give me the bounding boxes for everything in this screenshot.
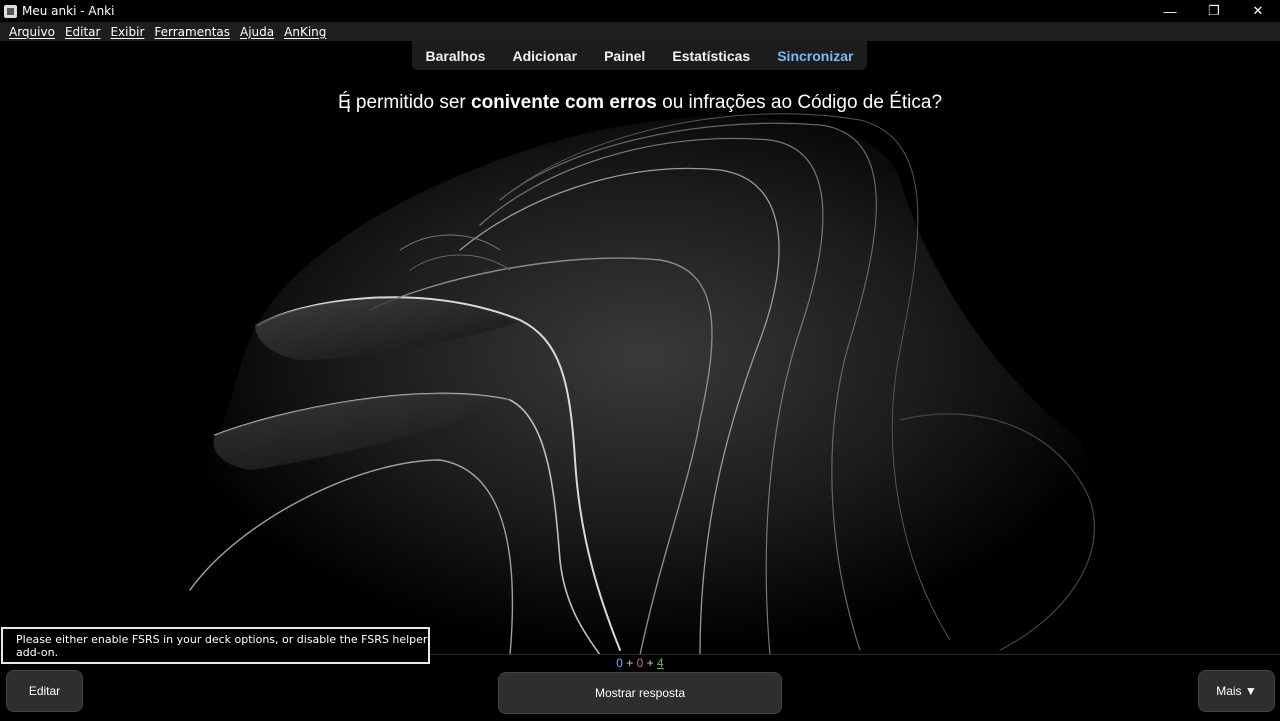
notice-text: Please either enable FSRS in your deck o…	[16, 632, 428, 659]
new-count: 0	[616, 656, 623, 670]
menu-exibir[interactable]: Exibir	[106, 25, 148, 39]
question-text-post: ou infrações ao Código de Ética?	[656, 92, 943, 113]
count-separator: +	[643, 656, 658, 670]
show-answer-button[interactable]: Mostrar resposta	[498, 672, 782, 714]
card-question: É permitido ser conivente com erros ou i…	[0, 92, 1280, 114]
toolbar-browse[interactable]: Painel	[598, 48, 651, 64]
window-controls: — ❐ ✕	[1148, 0, 1280, 22]
count-separator: +	[622, 656, 637, 670]
question-text-pre: É permitido ser	[337, 92, 471, 113]
restore-button[interactable]: ❐	[1192, 0, 1236, 22]
minimize-button[interactable]: —	[1148, 0, 1192, 22]
edit-button[interactable]: Editar	[6, 670, 83, 712]
menu-anking[interactable]: AnKing	[280, 25, 330, 39]
abstract-ribbon-background	[189, 113, 1096, 655]
main-toolbar: Baralhos Adicionar Painel Estatísticas S…	[412, 41, 867, 70]
more-button[interactable]: Mais ▼	[1198, 670, 1275, 712]
review-count: 4	[657, 656, 664, 670]
toolbar-stats[interactable]: Estatísticas	[666, 48, 756, 64]
toolbar-decks[interactable]: Baralhos	[420, 48, 492, 64]
close-button[interactable]: ✕	[1236, 0, 1280, 22]
menu-bar: Arquivo Editar Exibir Ferramentas Ajuda …	[0, 22, 1280, 41]
anki-app-icon	[4, 4, 17, 18]
menu-editar[interactable]: Editar	[61, 25, 105, 39]
toolbar-sync[interactable]: Sincronizar	[771, 48, 859, 64]
menu-arquivo[interactable]: Arquivo	[5, 25, 59, 39]
fsrs-notice-tooltip: Please either enable FSRS in your deck o…	[1, 627, 430, 664]
card-background	[0, 70, 1280, 655]
question-text-bold: conivente com erros	[471, 92, 657, 113]
text-cursor-icon: I	[346, 96, 352, 116]
toolbar-add[interactable]: Adicionar	[506, 48, 583, 64]
menu-ferramentas[interactable]: Ferramentas	[150, 25, 234, 39]
menu-ajuda[interactable]: Ajuda	[236, 25, 278, 39]
window-title: Meu anki - Anki	[22, 4, 115, 18]
title-bar: Meu anki - Anki — ❐ ✕	[0, 0, 1280, 22]
